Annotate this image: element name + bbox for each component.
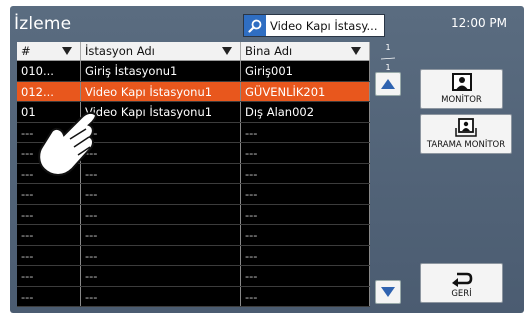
search-value: Video Kapı İstasy... xyxy=(270,18,378,33)
cell-station: --- xyxy=(81,143,241,163)
triangle-down-icon xyxy=(381,287,395,297)
table-row-empty[interactable]: --- --- --- xyxy=(17,204,370,225)
search-field[interactable]: Video Kapı İstasy... xyxy=(243,14,385,37)
page-indicator: 1 1 xyxy=(373,42,403,72)
cell-station: --- xyxy=(81,245,241,265)
monitor-person-icon xyxy=(451,73,472,91)
cell-station: --- xyxy=(81,286,241,306)
sort-arrow-icon xyxy=(351,47,361,55)
monitoring-screen: İzleme 12:00 PM Video Kapı İstasy... # İ… xyxy=(10,6,524,313)
scan-monitor-button[interactable]: TARAMA MONİTOR xyxy=(420,114,512,154)
table-row-empty[interactable]: --- --- --- xyxy=(17,184,370,205)
cell-station: --- xyxy=(81,184,241,204)
cell-number: 010... xyxy=(17,61,81,81)
column-label: İstasyon Adı xyxy=(85,44,155,58)
page-title: İzleme xyxy=(14,14,72,34)
cell-number: --- xyxy=(17,266,81,286)
cell-number: --- xyxy=(17,245,81,265)
column-label: Bina Adı xyxy=(245,44,293,58)
monitor-button[interactable]: MONİTOR xyxy=(420,69,503,109)
table-row[interactable]: 010... Giriş İstasyonu1 Giriş001 xyxy=(17,61,370,82)
cell-number: --- xyxy=(17,225,81,245)
triangle-up-icon xyxy=(381,79,395,89)
cell-building: --- xyxy=(241,266,370,286)
table-row-empty[interactable]: --- --- --- xyxy=(17,286,370,307)
sort-arrow-icon xyxy=(222,47,232,55)
cell-building: --- xyxy=(241,122,370,142)
search-icon xyxy=(244,15,266,36)
table-row-empty[interactable]: --- --- --- xyxy=(17,266,370,287)
column-header-building-name[interactable]: Bina Adı xyxy=(241,42,370,60)
cell-station: --- xyxy=(81,163,241,183)
page-divider-icon xyxy=(380,57,396,60)
cell-station: --- xyxy=(81,204,241,224)
cell-number: --- xyxy=(17,286,81,306)
scroll-down-button[interactable] xyxy=(375,280,401,304)
scroll-up-button[interactable] xyxy=(375,72,401,96)
scan-monitor-icon xyxy=(455,118,477,137)
cell-number: 012... xyxy=(17,81,81,101)
cell-building: --- xyxy=(241,184,370,204)
cell-station: Video Kapı İstasyonu1 xyxy=(81,81,241,101)
column-label: # xyxy=(21,44,31,58)
back-label: GERİ xyxy=(451,289,472,299)
cell-building: --- xyxy=(241,163,370,183)
monitor-label: MONİTOR xyxy=(441,95,482,105)
cell-station: Giriş İstasyonu1 xyxy=(81,61,241,81)
scrollbar: 1 1 xyxy=(373,42,403,307)
cell-building: GÜVENLİK201 xyxy=(241,81,370,101)
column-header-number[interactable]: # xyxy=(17,42,81,60)
clock: 12:00 PM xyxy=(451,16,507,30)
cell-building: --- xyxy=(241,225,370,245)
cell-station: --- xyxy=(81,225,241,245)
table-row-empty[interactable]: --- --- --- xyxy=(17,225,370,246)
cell-station: --- xyxy=(81,266,241,286)
back-arrow-icon xyxy=(451,272,472,287)
cell-number: --- xyxy=(17,184,81,204)
cell-station: --- xyxy=(81,122,241,142)
column-header-station-name[interactable]: İstasyon Adı xyxy=(81,42,241,60)
page-current: 1 xyxy=(385,43,391,52)
cell-building: --- xyxy=(241,286,370,306)
cell-station: Video Kapı İstasyonu1 xyxy=(81,102,241,122)
table-header: # İstasyon Adı Bina Adı xyxy=(17,42,370,61)
scan-monitor-label: TARAMA MONİTOR xyxy=(426,140,506,150)
cell-number: --- xyxy=(17,204,81,224)
back-button[interactable]: GERİ xyxy=(420,263,503,303)
sort-arrow-icon xyxy=(62,47,72,55)
table-row-empty[interactable]: --- --- --- xyxy=(17,245,370,266)
table-body: 010... Giriş İstasyonu1 Giriş001 012... … xyxy=(17,61,370,307)
cell-building: Giriş001 xyxy=(241,61,370,81)
cell-building: --- xyxy=(241,204,370,224)
table-row-selected[interactable]: 012... Video Kapı İstasyonu1 GÜVENLİK201 xyxy=(17,81,370,102)
touch-hand-icon xyxy=(38,111,98,176)
cell-building: --- xyxy=(241,245,370,265)
cell-building: --- xyxy=(241,143,370,163)
cell-building: Dış Alan002 xyxy=(241,102,370,122)
